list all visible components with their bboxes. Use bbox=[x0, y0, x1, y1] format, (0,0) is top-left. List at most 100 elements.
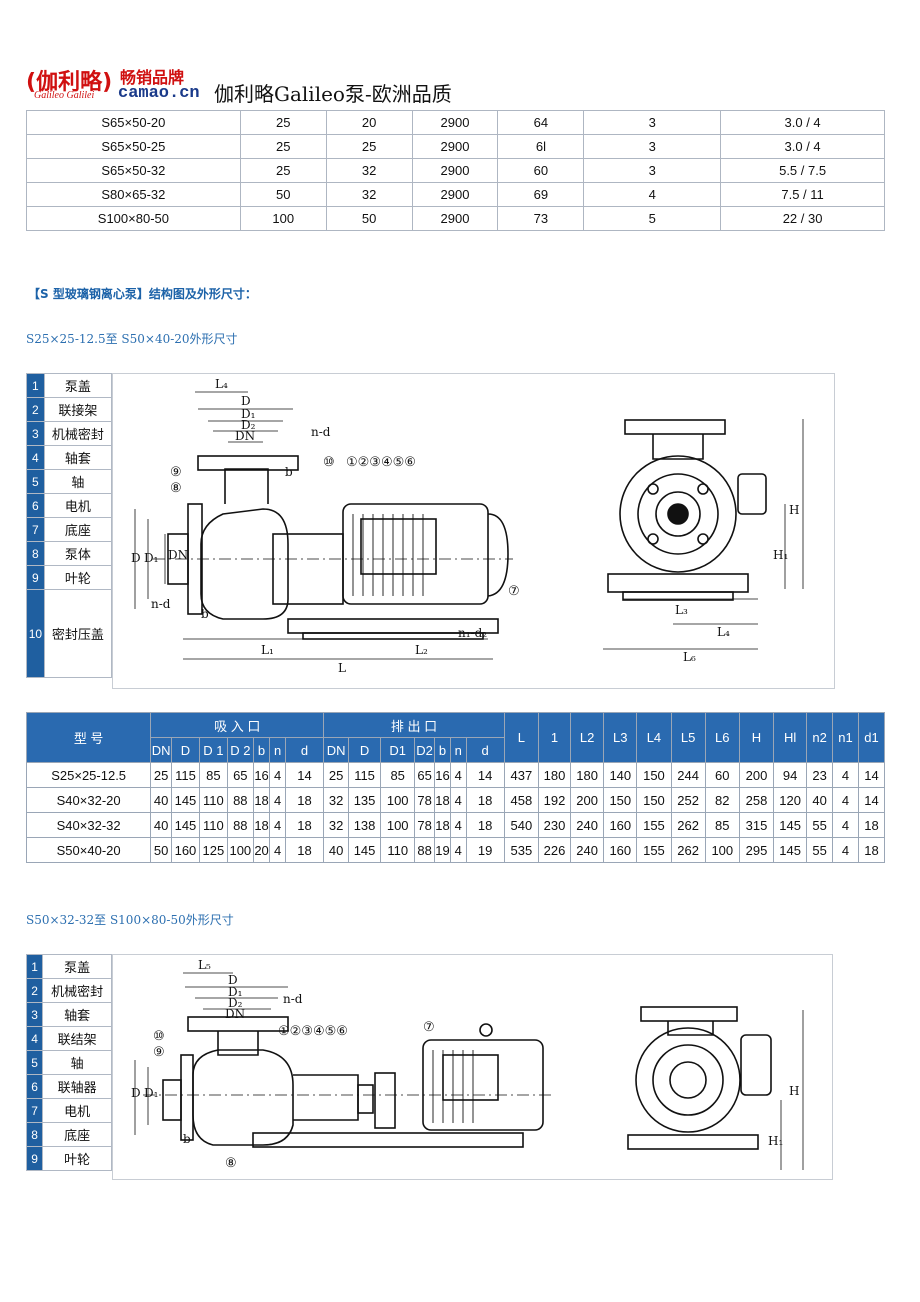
side-base bbox=[607, 573, 749, 593]
dimension-cell: 244 bbox=[670, 762, 706, 788]
dimension-cell: 240 bbox=[570, 837, 605, 863]
performance-table: S65×50-20 25 20 2900 64 3 3.0 / 4 S65×50-25 25 25… bbox=[26, 110, 885, 231]
table-cell: 50 bbox=[239, 182, 327, 207]
dimension-cell: 120 bbox=[773, 787, 808, 813]
dimension-cell: 110 bbox=[198, 812, 228, 838]
dimension-cell: 65 bbox=[226, 762, 254, 788]
part-number: 3 bbox=[25, 1002, 44, 1027]
table-cell: 32 bbox=[325, 158, 413, 183]
dim-dn-2: DN bbox=[225, 1007, 245, 1021]
table-cell: 3 bbox=[583, 158, 722, 183]
dimension-cell: 18 bbox=[252, 812, 271, 838]
dimension-cell: 18 bbox=[465, 812, 505, 838]
part-name: 轴 bbox=[42, 1050, 112, 1075]
part-row: 7 电机 bbox=[25, 1098, 112, 1123]
col-l2: L2 bbox=[570, 712, 605, 763]
dimension-cell: 100 bbox=[380, 812, 416, 838]
table-cell: 22 / 30 bbox=[720, 206, 885, 231]
table-row: S50×40-20 50 160 125 100 20 4 18 40 145 110 88 19 4 19… bbox=[25, 837, 886, 863]
structure-drawing-2: L₅ D D₁ D₂ DN n-d ①②③④⑤⑥ ⑦ ⑩ ⑨ ⑧ D D₁ b … bbox=[112, 954, 833, 1180]
dimension-cell: 145 bbox=[773, 837, 808, 863]
model-cell: S25×25-12.5 bbox=[25, 762, 152, 788]
pump-casing bbox=[200, 508, 289, 620]
table-cell: 100 bbox=[239, 206, 327, 231]
callout-7: ⑦ bbox=[508, 584, 520, 599]
dimension-cell: 150 bbox=[636, 787, 672, 813]
dimension-cell: 150 bbox=[636, 762, 672, 788]
dimension-cell: 18 bbox=[284, 837, 325, 863]
dimension-cell: 180 bbox=[570, 762, 605, 788]
table-cell: 3.0 / 4 bbox=[720, 134, 885, 159]
parts-list-2: 1 泵盖 2 机械密封 3 轴套 4 联结架 5 轴 6 联轴器 7 电机 8 底座 9 叶轮 bbox=[25, 954, 112, 1171]
inlet-col-header: DN bbox=[150, 737, 172, 763]
table-cell: 6l bbox=[497, 134, 585, 159]
part-number: 10 bbox=[26, 589, 45, 678]
table-row: S40×32-32 40 145 110 88 18 4 18 32 138 100 78 18 4 18 5… bbox=[25, 812, 886, 838]
table-row: S40×32-20 40 145 110 88 18 4 18 32 135 100 78 18 4 18 4… bbox=[25, 787, 886, 813]
dimension-cell: 23 bbox=[806, 762, 834, 788]
dim-nd: n-d bbox=[311, 425, 331, 439]
inlet-header: 吸 入 口 bbox=[150, 712, 325, 738]
dimension-cell: 192 bbox=[537, 787, 572, 813]
dim-l2: L₂ bbox=[415, 643, 428, 657]
part-number: 4 bbox=[26, 445, 45, 470]
inlet-col-header: D 2 bbox=[226, 737, 254, 763]
page-title: 伽利略Galileo泵-欧洲品质 bbox=[214, 82, 452, 106]
dim-nd-left: n-d bbox=[151, 597, 171, 611]
dimensions-table: 型 号 吸 入 口 排 出 口 L 1 L2 L3 L4 L5 L6 H Hl … bbox=[25, 712, 886, 863]
part-name: 密封压盖 bbox=[43, 589, 113, 678]
side-outlet-flange bbox=[624, 419, 726, 435]
dimension-cell: 14 bbox=[857, 787, 886, 813]
dimension-cell: 262 bbox=[670, 837, 706, 863]
part-number: 5 bbox=[25, 1050, 44, 1075]
table-row: S65×50-25 25 25 2900 6l 3 3.0 / 4 bbox=[26, 134, 885, 159]
callout-9-2: ⑨ bbox=[153, 1045, 165, 1060]
part-name: 轴套 bbox=[43, 445, 113, 470]
dim-b-left: b bbox=[201, 607, 209, 621]
col-n1: n1 bbox=[832, 712, 859, 763]
dimension-cell: 18 bbox=[252, 787, 271, 813]
inlet-col-header: D bbox=[170, 737, 200, 763]
dimension-cell: 55 bbox=[806, 812, 834, 838]
pump-drawing-2: L₅ D D₁ D₂ DN n-d ①②③④⑤⑥ ⑦ ⑩ ⑨ ⑧ D D₁ b … bbox=[131, 958, 804, 1171]
dimension-cell: 4 bbox=[449, 762, 467, 788]
part-name: 机械密封 bbox=[42, 978, 112, 1003]
dimension-cell: 226 bbox=[537, 837, 572, 863]
outlet-col-header: D2 bbox=[414, 737, 435, 763]
dim-l: L bbox=[338, 661, 346, 675]
part-row: 4 联结架 bbox=[25, 1026, 112, 1051]
outlet-col-header: d bbox=[465, 737, 505, 763]
table-row: S80×65-32 50 32 2900 69 4 7.5 / 11 bbox=[26, 182, 885, 207]
inlet-col-header: d bbox=[284, 737, 325, 763]
dimension-cell: 4 bbox=[449, 812, 467, 838]
part-row: 7 底座 bbox=[26, 517, 113, 542]
base-plate-2 bbox=[252, 1132, 524, 1148]
section-title: 【S 型玻璃钢离心泵】结构图及外形尺寸： bbox=[28, 287, 257, 301]
part-row: 1 泵盖 bbox=[25, 954, 112, 979]
dimension-cell: 18 bbox=[284, 787, 325, 813]
dimension-cell: 4 bbox=[832, 787, 859, 813]
table-cell: 32 bbox=[325, 182, 413, 207]
dimension-cell: 295 bbox=[738, 837, 775, 863]
pump-casing-2 bbox=[192, 1049, 294, 1146]
table-cell: 5 bbox=[583, 206, 722, 231]
inlet-col-header: n bbox=[269, 737, 286, 763]
part-number: 9 bbox=[25, 1146, 44, 1171]
dimension-cell: 18 bbox=[857, 812, 886, 838]
logo-url[interactable]: camao.cn bbox=[118, 84, 200, 103]
part-number: 8 bbox=[26, 541, 45, 566]
table-cell: 69 bbox=[497, 182, 585, 207]
table-cell: 64 bbox=[497, 110, 585, 135]
part-name: 底座 bbox=[43, 517, 113, 542]
dimension-cell: 85 bbox=[380, 762, 416, 788]
dimension-cell: 94 bbox=[773, 762, 808, 788]
motor-terminal-box bbox=[360, 518, 437, 575]
part-number: 1 bbox=[25, 954, 44, 979]
part-name: 轴 bbox=[43, 469, 113, 494]
dimension-cell: 19 bbox=[433, 837, 451, 863]
outlet-col-header: n bbox=[449, 737, 467, 763]
dimension-cell: 85 bbox=[704, 812, 740, 838]
dim-l6: L₆ bbox=[683, 650, 696, 664]
dimension-cell: 200 bbox=[570, 787, 605, 813]
dimension-cell: 315 bbox=[738, 812, 775, 838]
